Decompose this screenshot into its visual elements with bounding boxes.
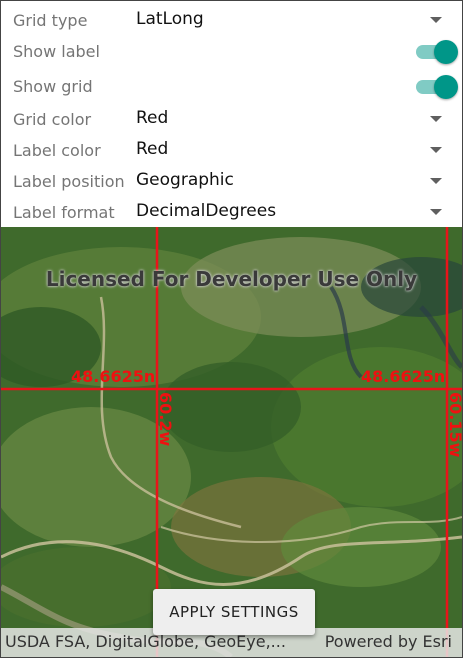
label-format-value: DecimalDegrees: [136, 201, 277, 221]
show-label-switch[interactable]: [416, 40, 458, 64]
dropdown-arrow-icon: [430, 178, 442, 184]
lon-label-left: 60.2w: [156, 392, 175, 447]
dropdown-arrow-icon: [430, 17, 442, 23]
grid-type-value: LatLong: [136, 9, 204, 29]
show-label-row: Show label: [1, 36, 462, 67]
lat-label-left: 48.6625n: [71, 367, 156, 386]
dropdown-arrow-icon: [430, 209, 442, 215]
label-color-value: Red: [136, 139, 169, 159]
apply-settings-button[interactable]: APPLY SETTINGS: [153, 589, 315, 635]
dropdown-arrow-icon: [430, 147, 442, 153]
label-position-label: Label position: [13, 172, 125, 191]
label-color-label: Label color: [13, 141, 101, 160]
label-format-label: Label format: [13, 203, 115, 222]
label-format-dropdown[interactable]: Label format DecimalDegrees: [1, 197, 462, 228]
grid-settings-panel: Grid type LatLong Show label Show grid G…: [1, 1, 462, 227]
dropdown-arrow-icon: [430, 116, 442, 122]
lat-label-right: 48.6625n: [361, 367, 446, 386]
developer-watermark: Licensed For Developer Use Only: [45, 267, 418, 291]
grid-color-dropdown[interactable]: Grid color Red: [1, 104, 462, 135]
show-grid-switch[interactable]: [416, 75, 458, 99]
grid-color-value: Red: [136, 108, 169, 128]
powered-by-esri: Powered by Esri: [324, 632, 452, 651]
show-grid-row: Show grid: [1, 71, 462, 102]
label-position-value: Geographic: [136, 170, 234, 190]
grid-color-label: Grid color: [13, 110, 92, 129]
show-grid-label: Show grid: [13, 77, 93, 96]
label-color-dropdown[interactable]: Label color Red: [1, 135, 462, 166]
grid-type-label: Grid type: [13, 11, 88, 30]
switch-thumb: [434, 40, 458, 64]
switch-thumb: [434, 75, 458, 99]
show-label-label: Show label: [13, 42, 100, 61]
app-frame: Grid type LatLong Show label Show grid G…: [0, 0, 463, 658]
lon-label-right: 60.15w: [446, 392, 462, 458]
label-position-dropdown[interactable]: Label position Geographic: [1, 166, 462, 197]
grid-type-dropdown[interactable]: Grid type LatLong: [1, 5, 462, 36]
